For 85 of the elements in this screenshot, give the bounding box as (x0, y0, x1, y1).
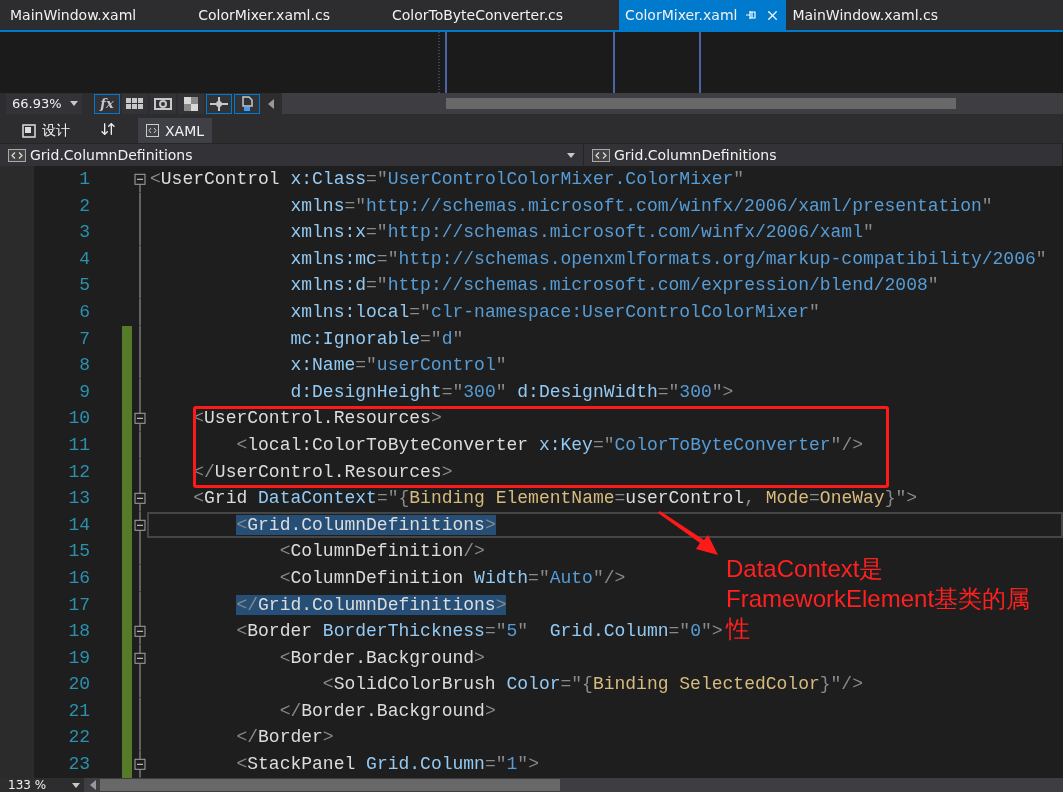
line-number: 4 (78, 247, 90, 271)
line-number: 14 (67, 513, 90, 537)
code-line: <Grid DataContext="{Binding ElementName=userControl, Mode=OneWay}"> (192, 487, 919, 511)
code-element-icon (8, 148, 26, 162)
code-line: </Border> (235, 726, 335, 750)
line-number: 22 (67, 726, 90, 750)
code-line: mc:Ignorable="d" (289, 327, 465, 351)
line-number: 23 (67, 753, 90, 777)
crosshair-icon (210, 96, 228, 111)
scrollbar-thumb[interactable] (100, 779, 560, 791)
code-line: </Border.Background> (278, 699, 497, 723)
effects-toggle[interactable]: fx (94, 93, 120, 114)
line-number: 19 (67, 646, 90, 670)
line-number: 12 (67, 460, 90, 484)
collapse-icon[interactable] (134, 751, 146, 778)
line-number: 17 (67, 593, 90, 617)
refresh-page-icon (240, 95, 254, 112)
annotation-text: DataContext是FrameworkElement基类的属性 (726, 554, 1032, 644)
code-line: xmlns:local="clr-namespace:UserControlColorMixer" (289, 300, 821, 324)
line-number: 6 (78, 300, 90, 324)
code-element-icon (592, 148, 610, 162)
collapse-icon[interactable] (134, 644, 146, 672)
code-line: xmlns:mc="http://schemas.openxmlformats.org/markup-compatibility/2006" (289, 247, 1048, 271)
design-view-icon (22, 123, 36, 138)
document-tab[interactable]: ColorToByteConverter.cs (385, 0, 570, 30)
editor-zoom-dropdown[interactable]: 133 % (0, 778, 84, 792)
caret-icon (567, 152, 575, 158)
collapse-icon[interactable] (134, 485, 146, 512)
code-line: xmlns:x="http://schemas.microsoft.com/winfx/2006/xaml" (289, 221, 875, 245)
line-number: 20 (67, 673, 90, 697)
code-view-icon (146, 124, 159, 137)
code-line: <SolidColorBrush Color="{Binding SelectedColor}"/> (321, 673, 864, 697)
annotation-arrow (656, 511, 720, 557)
line-number: 9 (78, 380, 90, 404)
line-number: 1 (78, 168, 90, 191)
zoom-dropdown[interactable]: 66.93% (6, 93, 82, 114)
toolbar-toggle[interactable] (234, 93, 260, 114)
code-line: xmlns:d="http://schemas.microsoft.com/expression/blend/2008" (289, 274, 940, 298)
view-tab[interactable]: XAML (138, 118, 213, 143)
line-number: 7 (78, 327, 90, 351)
line-number: 5 (78, 274, 90, 298)
line-number: 16 (67, 566, 90, 590)
toolbar-toggle[interactable] (122, 93, 148, 114)
document-tab[interactable]: MainWindow.xaml (4, 0, 143, 30)
code-line: <Border BorderThickness="5" Grid.Column="0"> (235, 620, 724, 644)
checkerboard-icon (184, 96, 198, 111)
snap-grid-icon (154, 97, 172, 110)
element-name: Grid.ColumnDefinitions (30, 147, 194, 163)
code-line: xmlns="http://schemas.microsoft.com/winfx/2006/xaml/presentation" (289, 194, 994, 218)
line-number: 3 (78, 221, 90, 245)
code-line: <ColumnDefinition/> (278, 540, 486, 564)
line-number: 11 (67, 433, 90, 457)
line-number: 18 (67, 620, 90, 644)
line-number: 2 (78, 194, 90, 218)
toolbar-toggle[interactable] (150, 93, 176, 114)
pin-icon[interactable] (745, 9, 758, 21)
code-line: d:DesignHeight="300" d:DesignWidth="300"> (289, 380, 735, 404)
grid-icon (126, 97, 144, 110)
toolbar-toggle[interactable] (178, 93, 204, 114)
collapse-icon[interactable] (134, 618, 146, 645)
member-name: Grid.ColumnDefinitions (614, 147, 777, 163)
code-line: <UserControl x:Class="UserControlColorMixer.ColorMixer" (149, 168, 746, 191)
collapse-icon[interactable] (134, 405, 146, 432)
line-number: 15 (67, 540, 90, 564)
swap-panes-icon[interactable] (100, 120, 116, 137)
line-number: 13 (67, 487, 90, 511)
scroll-left-icon[interactable] (268, 98, 274, 109)
collapse-icon[interactable] (134, 511, 146, 539)
code-line: <StackPanel Grid.Column="1"> (235, 753, 540, 777)
code-line: <local:ColorToByteConverter x:Key="ColorToByteConverter"/> (235, 433, 864, 457)
code-line: <ColumnDefinition Width="Auto"/> (278, 566, 627, 590)
scroll-left-icon[interactable] (90, 780, 96, 790)
code-line: <Border.Background> (278, 646, 486, 670)
code-line: x:Name="userControl" (289, 354, 508, 378)
document-tab[interactable]: ColorMixer.xaml.cs (192, 0, 336, 30)
caret-icon (70, 101, 78, 106)
document-tab[interactable]: MainWindow.xaml.cs (786, 0, 945, 30)
scrollbar-thumb[interactable] (446, 98, 956, 109)
document-tab[interactable]: ColorMixer.xaml (619, 0, 787, 30)
code-line: </Grid.ColumnDefinitions> (235, 593, 508, 617)
toolbar-toggle[interactable] (206, 93, 232, 114)
caret-icon (72, 782, 80, 788)
line-number: 10 (67, 407, 90, 431)
line-number: 21 (67, 699, 90, 723)
line-number: 8 (78, 354, 90, 378)
